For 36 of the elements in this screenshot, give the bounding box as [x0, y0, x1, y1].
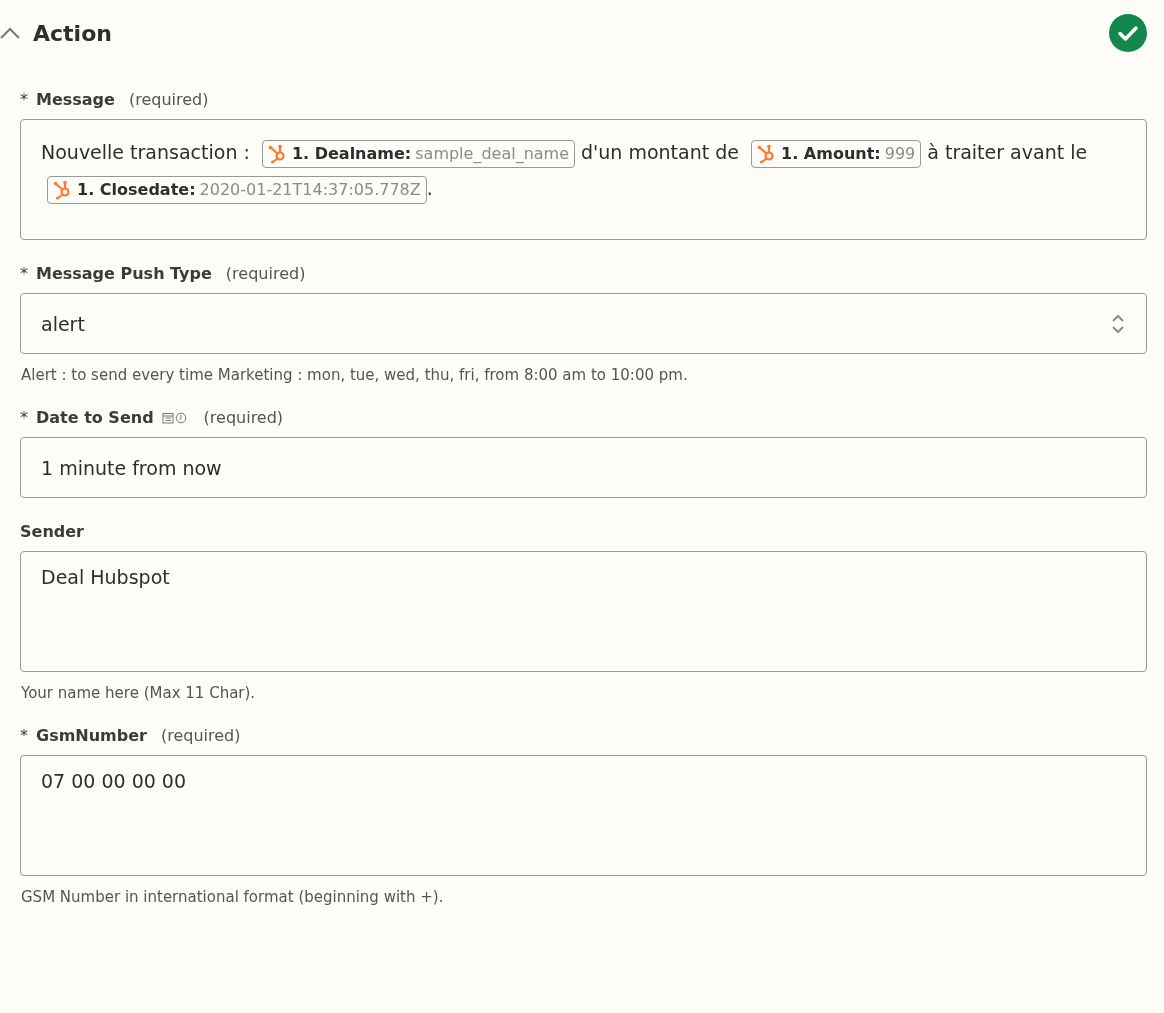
- textarea-field[interactable]: 07 00 00 00 00: [20, 755, 1147, 876]
- required-marker: *: [20, 90, 28, 109]
- field-label: Sender: [20, 522, 84, 541]
- field-token[interactable]: 1. Dealname: sample_deal_name: [261, 139, 576, 168]
- chevron-icon[interactable]: [0, 27, 20, 39]
- required-marker: *: [20, 408, 28, 427]
- field-token[interactable]: 1. Closedate: 2020-01-21T14:37:05.778Z: [47, 175, 427, 204]
- field-label: Date to Send: [36, 408, 154, 427]
- token-label: 1. Dealname:: [291, 142, 412, 165]
- required-marker: *: [20, 726, 28, 745]
- required-note: (required): [225, 264, 306, 283]
- required-note: (required): [128, 90, 209, 109]
- input-field[interactable]: 1 minute from now: [20, 437, 1147, 498]
- message-input[interactable]: Nouvelle transaction : 1. Dealname: sample_deal_name d'un montant de 1. Amount: 999 à traiter avant le 1. Closedate: 2020-01-21T14:37:05.778Z .: [20, 119, 1147, 240]
- token-value: 2020-01-21T14:37:05.778Z: [199, 178, 421, 201]
- field-hint: Alert : to send every time Marketing : mon, tue, wed, thu, fri, from 8:00 am to 10:00 pm.: [21, 366, 689, 384]
- select-field[interactable]: alert: [20, 293, 1147, 354]
- required-note: (required): [203, 408, 284, 427]
- required-note: (required): [161, 726, 241, 745]
- message-text: à traiter avant le: [927, 141, 1088, 163]
- token-value: 999: [884, 142, 916, 165]
- token-value: sample_deal_name: [415, 142, 570, 165]
- field-token[interactable]: 1. Amount: 999: [751, 139, 922, 168]
- token-label: 1. Amount:: [781, 142, 881, 165]
- required-marker: *: [20, 264, 28, 283]
- message-text: .: [426, 177, 433, 199]
- section-title: Action: [33, 20, 113, 46]
- field-label: Message Push Type: [36, 264, 212, 283]
- textarea-field[interactable]: Deal Hubspot: [20, 551, 1147, 672]
- field-hint: GSM Number in international format (beginning with +).: [21, 888, 445, 906]
- message-text: d'un montant de: [581, 141, 739, 163]
- message-text: Nouvelle transaction :: [41, 141, 250, 163]
- field-hint: Your name here (Max 11 Char).: [21, 684, 257, 702]
- token-label: 1. Closedate:: [77, 178, 196, 201]
- field-label: GsmNumber: [36, 726, 147, 745]
- field-label: Message: [36, 90, 115, 109]
